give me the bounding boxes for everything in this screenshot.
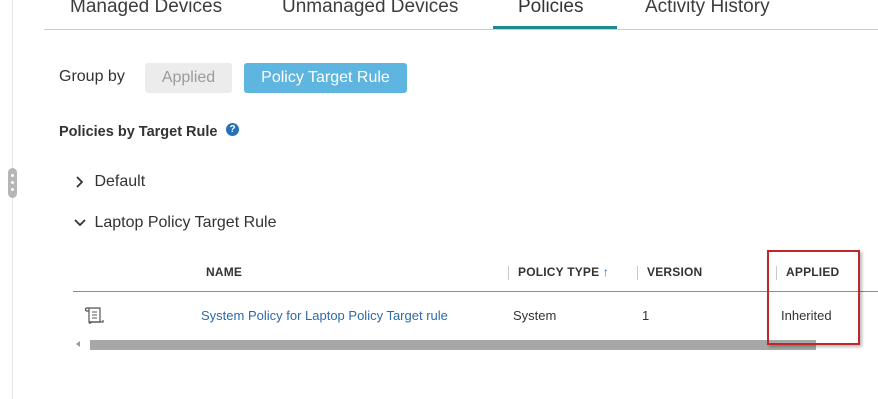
active-tab-indicator	[493, 26, 617, 29]
help-icon[interactable]: ?	[226, 123, 239, 136]
group-row-default[interactable]: Default	[72, 173, 145, 191]
tab-bar: Managed Devices Unmanaged Devices Polici…	[44, 0, 878, 30]
version-cell: 1	[642, 308, 650, 323]
grip-dot	[11, 174, 14, 177]
left-rail-divider	[12, 0, 13, 399]
table-header: NAME POLICY TYPE ↑ VERSION APPLIED	[73, 255, 878, 292]
column-separator	[637, 266, 638, 280]
column-header-label: POLICY TYPE	[518, 265, 600, 279]
column-header-policy-type[interactable]: POLICY TYPE ↑	[518, 265, 609, 279]
chevron-down-icon	[74, 219, 86, 227]
tab-activity-history[interactable]: Activity History	[645, 0, 770, 26]
section-title: Policies by Target Rule	[59, 124, 218, 140]
tab-managed-devices[interactable]: Managed Devices	[70, 0, 222, 26]
grip-dot	[11, 188, 14, 191]
highlight-annotation-box	[767, 250, 860, 345]
policy-document-icon	[84, 307, 104, 324]
column-separator	[508, 266, 509, 280]
group-row-laptop-policy-target-rule[interactable]: Laptop Policy Target Rule	[72, 214, 277, 232]
policy-name-link[interactable]: System Policy for Laptop Policy Target r…	[201, 308, 448, 323]
group-row-label: Laptop Policy Target Rule	[94, 214, 277, 231]
tab-policies[interactable]: Policies	[518, 0, 583, 26]
column-header-name[interactable]: NAME	[206, 265, 242, 279]
panel-resize-handle[interactable]	[8, 168, 17, 198]
policy-type-cell: System	[513, 308, 557, 323]
group-row-label: Default	[94, 173, 146, 190]
sort-ascending-icon: ↑	[602, 265, 610, 279]
scrollbar-thumb[interactable]	[90, 340, 816, 350]
group-by-policy-target-rule-button[interactable]: Policy Target Rule	[244, 63, 407, 93]
group-by-label: Group by	[59, 68, 125, 85]
tab-unmanaged-devices[interactable]: Unmanaged Devices	[282, 0, 458, 26]
grip-dot	[11, 181, 14, 184]
scroll-left-arrow-icon[interactable]	[76, 341, 80, 347]
table-row[interactable]: System Policy for Laptop Policy Target r…	[73, 292, 878, 338]
column-header-version[interactable]: VERSION	[647, 265, 702, 279]
chevron-right-icon	[76, 176, 84, 188]
horizontal-scrollbar[interactable]	[73, 338, 878, 352]
group-by-applied-button[interactable]: Applied	[145, 63, 232, 93]
